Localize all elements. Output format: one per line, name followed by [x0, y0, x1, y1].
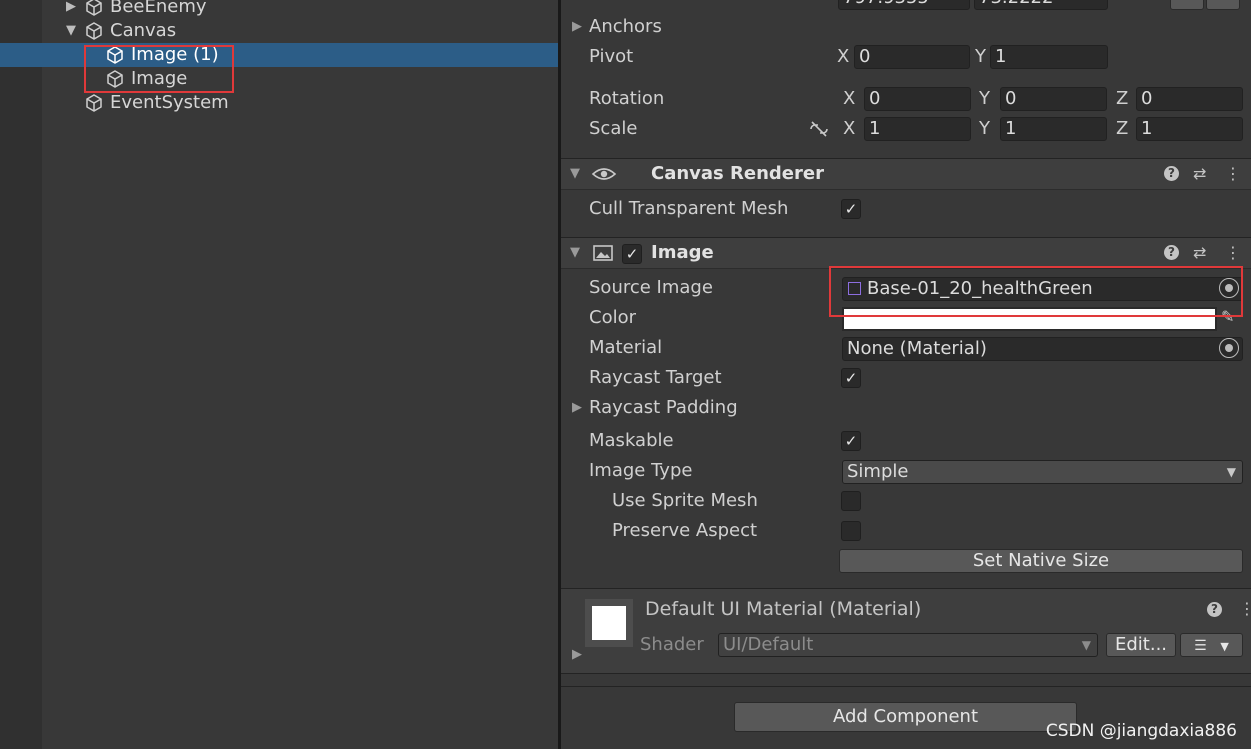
raycast-padding-label[interactable]: Raycast Padding: [589, 396, 738, 420]
rotation-z-field[interactable]: 0: [1136, 87, 1243, 111]
kebab-menu-icon[interactable]: ⋮: [1225, 165, 1241, 183]
rotation-x-field[interactable]: 0: [864, 87, 971, 111]
object-picker-icon[interactable]: [1219, 338, 1239, 358]
raycast-target-checkbox[interactable]: ✓: [841, 368, 861, 388]
gameobject-cube-icon: [86, 0, 102, 16]
edit-shader-button[interactable]: Edit...: [1106, 633, 1176, 657]
axis-y-label: Y: [975, 46, 986, 67]
pivot-y-field[interactable]: 1: [990, 45, 1108, 69]
material-preview-section: ▶ Default UI Material (Material) ? ⋮ Sha…: [561, 588, 1251, 674]
use-sprite-mesh-label: Use Sprite Mesh: [612, 490, 758, 511]
help-icon[interactable]: ?: [1207, 602, 1222, 617]
red-annotation-box: [84, 45, 234, 93]
rotation-label: Rotation: [589, 88, 665, 109]
maskable-checkbox[interactable]: ✓: [841, 431, 861, 451]
watermark-text: CSDN @jiangdaxia886: [1045, 721, 1237, 741]
foldout-arrow-icon[interactable]: ▶: [572, 396, 582, 420]
axis-y-label: Y: [979, 118, 990, 139]
pivot-x-field[interactable]: 0: [854, 45, 970, 69]
cull-transparent-mesh-label: Cull Transparent Mesh: [589, 198, 789, 219]
dropdown-arrow-icon: ▼: [1081, 638, 1091, 652]
shader-label: Shader: [640, 634, 704, 655]
gameobject-cube-icon: [86, 22, 102, 40]
foldout-arrow-icon[interactable]: ▶: [572, 643, 582, 667]
axis-z-label: Z: [1116, 118, 1129, 139]
source-image-label: Source Image: [589, 277, 713, 298]
axis-x-label: X: [843, 88, 856, 109]
axis-x-label: X: [837, 46, 850, 67]
hierarchy-item-beeenemy[interactable]: ▶ BeeEnemy: [0, 0, 558, 19]
collapse-arrow-icon[interactable]: ▼: [66, 23, 76, 38]
material-field[interactable]: None (Material): [842, 337, 1243, 361]
blueprint-mode-button[interactable]: [1170, 0, 1204, 10]
hierarchy-item-label: Canvas: [110, 20, 177, 41]
kebab-menu-icon[interactable]: ⋮: [1225, 244, 1241, 262]
scale-label: Scale: [589, 118, 638, 139]
pos-x-field[interactable]: 797.9355: [838, 0, 970, 10]
material-label: Material: [589, 337, 663, 358]
dropdown-arrow-icon: ▼: [1226, 465, 1236, 479]
material-thumbnail: [592, 606, 626, 640]
image-component-header[interactable]: ▼ ✓ Image ? ⇄ ⋮: [561, 237, 1251, 269]
image-type-dropdown[interactable]: Simple ▼: [842, 460, 1243, 484]
maskable-label: Maskable: [589, 430, 674, 451]
axis-z-label: Z: [1116, 88, 1129, 109]
rotation-y-field[interactable]: 0: [1000, 87, 1107, 111]
material-title: Default UI Material (Material): [645, 598, 922, 620]
component-title: Canvas Renderer: [651, 163, 824, 184]
hierarchy-item-canvas[interactable]: ▼ Canvas: [0, 19, 558, 43]
hierarchy-panel: ▶ BeeEnemy ▼ Canvas Image (1) Image Even…: [0, 0, 558, 749]
use-sprite-mesh-checkbox[interactable]: [841, 491, 861, 511]
help-icon[interactable]: ?: [1164, 245, 1179, 260]
add-component-button[interactable]: Add Component: [734, 702, 1077, 732]
preserve-aspect-checkbox[interactable]: [841, 521, 861, 541]
kebab-menu-icon[interactable]: ⋮: [1239, 600, 1251, 618]
scale-z-field[interactable]: 1: [1136, 117, 1243, 141]
shader-value: UI/Default: [723, 634, 814, 655]
raw-edit-button[interactable]: [1206, 0, 1240, 10]
canvas-renderer-header[interactable]: ▼ Canvas Renderer ? ⇄ ⋮: [561, 158, 1251, 190]
expand-arrow-icon[interactable]: ▶: [66, 0, 76, 14]
divider: [561, 686, 1251, 687]
dropdown-arrow-icon: ▼: [1220, 640, 1229, 653]
scale-x-field[interactable]: 1: [864, 117, 971, 141]
color-label: Color: [589, 307, 636, 328]
component-enabled-checkbox[interactable]: ✓: [622, 244, 642, 264]
scale-y-field[interactable]: 1: [1000, 117, 1107, 141]
red-annotation-box: [829, 266, 1243, 317]
foldout-arrow-icon[interactable]: ▼: [570, 241, 580, 265]
foldout-arrow-icon[interactable]: ▶: [572, 15, 582, 39]
preserve-aspect-label: Preserve Aspect: [612, 520, 758, 541]
shader-options-button[interactable]: ☰ ▼: [1180, 633, 1243, 657]
inspector-panel: 797.9355 73.2222 ▶ Anchors Pivot X 0 Y 1…: [561, 0, 1251, 749]
hierarchy-item-label: EventSystem: [110, 92, 229, 113]
gameobject-cube-icon: [86, 94, 102, 112]
set-native-size-button[interactable]: Set Native Size: [839, 549, 1243, 573]
material-thumbnail-frame: [585, 599, 633, 647]
eye-icon: [591, 168, 617, 180]
shader-dropdown[interactable]: UI/Default ▼: [718, 633, 1098, 657]
anchors-label[interactable]: Anchors: [589, 15, 662, 39]
pivot-label: Pivot: [589, 46, 634, 67]
image-component-icon: [593, 245, 613, 261]
image-type-value: Simple: [847, 461, 909, 482]
hierarchy-item-label: BeeEnemy: [110, 0, 207, 17]
pos-y-field[interactable]: 73.2222: [974, 0, 1108, 10]
image-type-label: Image Type: [589, 460, 693, 481]
list-icon: ☰: [1194, 638, 1207, 654]
presets-icon[interactable]: ⇄: [1193, 165, 1206, 183]
component-title: Image: [651, 242, 714, 263]
foldout-arrow-icon[interactable]: ▼: [570, 162, 580, 186]
help-icon[interactable]: ?: [1164, 166, 1179, 181]
axis-x-label: X: [843, 118, 856, 139]
raycast-target-label: Raycast Target: [589, 367, 722, 388]
cull-transparent-mesh-checkbox[interactable]: ✓: [841, 199, 861, 219]
hierarchy-item-eventsystem[interactable]: EventSystem: [0, 91, 558, 115]
axis-y-label: Y: [979, 88, 990, 109]
unlinked-chain-icon[interactable]: [808, 120, 830, 138]
presets-icon[interactable]: ⇄: [1193, 244, 1206, 262]
